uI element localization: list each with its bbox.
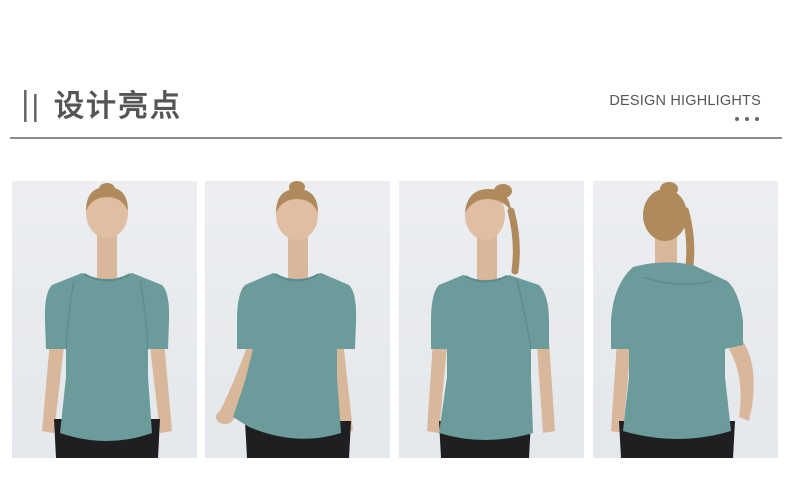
title-bars-icon: [22, 90, 40, 122]
section-subtitle: DESIGN HIGHLIGHTS: [609, 93, 761, 109]
product-photo-gallery: [0, 181, 790, 458]
header-divider: [10, 137, 782, 139]
ellipsis-dots-icon: [733, 117, 763, 123]
product-photo-front-hem: [205, 181, 390, 458]
product-photo-back: [593, 181, 778, 458]
section-header: 设计亮点 DESIGN HIGHLIGHTS: [0, 0, 790, 140]
section-title: 设计亮点: [54, 89, 182, 124]
product-photo-front: [12, 181, 197, 458]
product-photo-three-quarter: [399, 181, 584, 458]
